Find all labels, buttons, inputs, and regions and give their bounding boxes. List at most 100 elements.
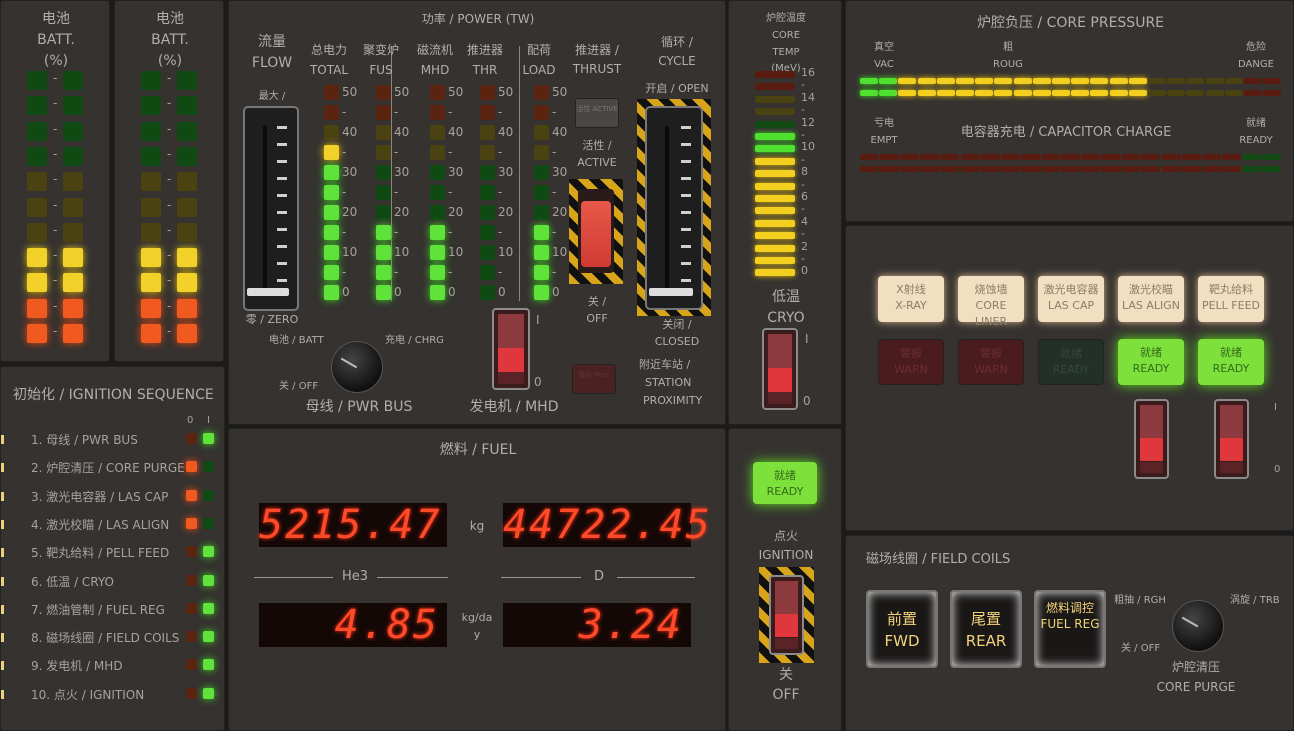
- battery-tick: -: [167, 121, 172, 136]
- power-meter-segment: [376, 125, 391, 140]
- slider-mark: [277, 245, 287, 248]
- battery-segment: [27, 121, 47, 141]
- power-meter-segment: [376, 265, 391, 280]
- ready-label-cn: 就绪: [1246, 118, 1266, 129]
- power-meter-segment: [376, 85, 391, 100]
- power-meter-segment: [376, 105, 391, 120]
- lamp-label-en: CORE LINER: [974, 299, 1008, 328]
- core-pressure-segment: [917, 90, 936, 96]
- sequence-led-0: [186, 631, 197, 643]
- mhd-switch[interactable]: [492, 308, 530, 390]
- thrust-active-button[interactable]: 活性 ACTIVE: [575, 98, 619, 128]
- meter-label-cn: 总电力: [310, 43, 347, 57]
- battery-tick: -: [53, 172, 58, 187]
- core-pressure-segment: [975, 90, 994, 96]
- battery-segment: [63, 273, 83, 293]
- power-meter-segment: [480, 85, 495, 100]
- power-meter-tick: -: [342, 145, 347, 159]
- sequence-item-label: 1. 母线 / PWR BUS: [31, 433, 138, 447]
- core-temp-tick: -: [801, 103, 805, 117]
- core-pressure-segment: [1263, 78, 1282, 84]
- lamp-label-en: LAS ALIGN: [1121, 299, 1181, 312]
- battery-segment: [177, 273, 197, 293]
- cryo-switch[interactable]: [762, 328, 798, 410]
- core-pressure-segment: [1128, 78, 1147, 84]
- power-meter-tick: 0: [552, 285, 560, 299]
- battery-segment: [63, 172, 83, 192]
- power-meter-segment: [324, 165, 339, 180]
- core-temp-tick: 4: [801, 214, 808, 228]
- power-meter-segment: [534, 225, 549, 240]
- power-meter-segment: [324, 285, 339, 300]
- slider-mark: [681, 194, 691, 197]
- field-coil-button-fuel-reg[interactable]: 燃料调控 FUEL REG: [1034, 590, 1106, 668]
- meter-label-en: MHD: [420, 63, 450, 77]
- core-pressure-segment: [1186, 90, 1205, 96]
- core-pressure-segment: [879, 78, 898, 84]
- core-pressure-segment: [1052, 78, 1070, 84]
- cycle-slider-thumb[interactable]: [649, 288, 693, 296]
- battery-segment: [27, 96, 47, 116]
- power-meter-tick: 10: [342, 245, 358, 259]
- power-meter-tick: 10: [448, 245, 464, 259]
- purge-rgh-label: 粗抽 / RGH: [1114, 595, 1166, 606]
- battery-panel-1: 电池 BATT. (%) - - - - - - - - - - -: [0, 0, 110, 362]
- status-lamp-warn: 警报 WARN: [958, 339, 1024, 385]
- power-meter-segment: [534, 105, 549, 120]
- lamp-label-en: WARN: [974, 363, 1008, 376]
- core-pressure-segment: [1032, 78, 1051, 84]
- pwr-bus-knob[interactable]: [331, 341, 383, 393]
- lamp-label-en: READY: [1132, 362, 1170, 375]
- lamp-label-cn: 警报: [980, 347, 1002, 360]
- meter-label-en: TOTAL: [309, 63, 349, 77]
- thrust-toggle[interactable]: [578, 189, 614, 273]
- battery-segment: [63, 197, 83, 217]
- station-label-en2: PROXIMITY: [643, 394, 703, 407]
- capacitor-segment: [900, 154, 920, 160]
- power-meter-segment: [324, 245, 339, 260]
- core-temp-tick: 6: [801, 190, 808, 203]
- core-temp-tick: 16: [801, 66, 815, 79]
- power-panel: 功率 / POWER (TW) 流量 FLOW 最大 / 零 / ZERO 推进…: [228, 0, 726, 425]
- core-temp-segment: [755, 83, 795, 91]
- capacitor-segment: [940, 166, 960, 172]
- slider-mark: [681, 228, 691, 231]
- power-meter-tick: -: [498, 145, 503, 159]
- las-align-switch[interactable]: [1134, 399, 1169, 479]
- battery-segment: [27, 197, 47, 217]
- field-coil-button-fwd[interactable]: 前置 FWD: [866, 590, 938, 668]
- battery-tick: -: [53, 298, 58, 313]
- power-meter-segment: [480, 205, 495, 220]
- slider-mark: [277, 279, 287, 282]
- field-coil-button-rear[interactable]: 尾置 REAR: [950, 590, 1022, 668]
- power-meter-segment: [324, 185, 339, 200]
- ignition-off-cn: 关: [779, 667, 793, 683]
- flow-slider-thumb[interactable]: [247, 288, 289, 296]
- capacitor-segment: [940, 154, 960, 160]
- dange-label-cn: 危险: [1246, 42, 1266, 53]
- battery-label-cn: 电池: [156, 11, 184, 27]
- flow-slider[interactable]: [243, 106, 299, 311]
- core-pressure-segment: [975, 78, 994, 84]
- battery-label-en: BATT.: [37, 32, 75, 48]
- slider-mark: [681, 143, 691, 146]
- slider-mark: [277, 143, 287, 146]
- power-meter-tick: 0: [342, 285, 350, 299]
- power-meter-tick: -: [498, 185, 503, 199]
- core-temp-tick: -: [801, 177, 805, 191]
- pell-feed-switch[interactable]: [1214, 399, 1249, 479]
- sequence-marker: [1, 576, 4, 586]
- power-meter-segment: [430, 85, 445, 100]
- roug-label-en: ROUG: [993, 59, 1023, 70]
- cycle-slider[interactable]: [645, 106, 703, 310]
- status-lamp-core-liner: 烧蚀墙 CORE LINER: [958, 276, 1024, 328]
- power-meter-tick: -: [552, 185, 557, 199]
- sequence-marker: [1, 435, 4, 444]
- power-meter-segment: [376, 145, 391, 160]
- station-proximity-button[interactable]: 靠近 Prox: [572, 364, 616, 394]
- core-purge-knob[interactable]: [1172, 600, 1224, 652]
- capacitor-title: 电容器充电 / CAPACITOR CHARGE: [960, 125, 1172, 140]
- battery-segment: [177, 298, 197, 318]
- ignition-switch[interactable]: [769, 575, 804, 655]
- power-meter-tick: 50: [448, 85, 464, 99]
